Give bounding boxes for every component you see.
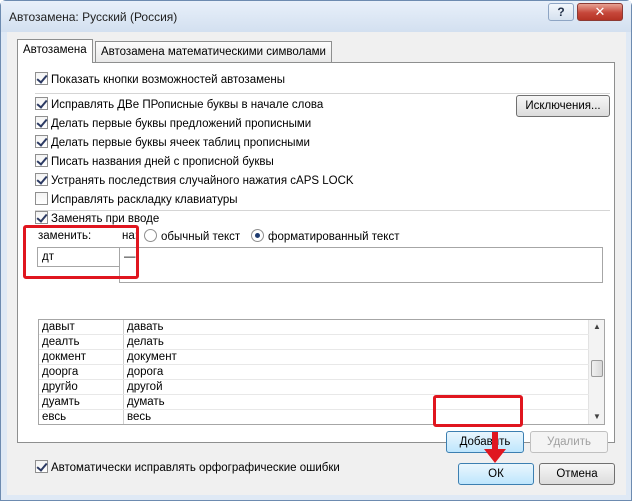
- list-item[interactable]: давыт давать: [39, 320, 589, 335]
- plain-text-radio[interactable]: [144, 229, 157, 242]
- scroll-down-icon[interactable]: ▼: [589, 410, 604, 424]
- scroll-thumb[interactable]: [591, 360, 603, 377]
- option-capitalize-sentences[interactable]: Делать первые буквы предложений прописны…: [35, 116, 311, 132]
- show-buttons-checkbox[interactable]: [35, 72, 48, 85]
- keyboard-layout-label: Исправлять раскладку клавиатуры: [51, 194, 238, 206]
- capitalize-days-label: Писать названия дней с прописной буквы: [51, 156, 274, 168]
- column-divider: [123, 320, 124, 335]
- autocorrect-dialog: Автозамена: Русский (Россия) ? ✕ Автозам…: [0, 0, 632, 501]
- list-item-to: дорога: [127, 366, 164, 378]
- list-item[interactable]: другйо другой: [39, 380, 589, 395]
- list-item-to: другой: [127, 381, 163, 393]
- list-item-to: весь: [127, 411, 152, 423]
- list-item-to: думать: [127, 396, 165, 408]
- column-divider: [123, 335, 124, 350]
- formatted-text-option[interactable]: форматированный текст: [251, 229, 399, 243]
- caps-lock-checkbox[interactable]: [35, 173, 48, 186]
- column-divider: [123, 395, 124, 410]
- option-auto-spelling[interactable]: Автоматически исправлять орфографические…: [35, 460, 340, 476]
- with-input[interactable]: —: [119, 247, 603, 283]
- option-capitalize-table-cells[interactable]: Делать первые буквы ячеек таблиц прописн…: [35, 135, 310, 151]
- two-initial-caps-label: Исправлять ДВе ПРописные буквы в начале …: [51, 99, 324, 111]
- capitalize-sentences-label: Делать первые буквы предложений прописны…: [51, 118, 312, 130]
- list-item-to: документ: [127, 351, 177, 363]
- list-scrollbar[interactable]: ▲ ▼: [588, 320, 604, 424]
- replace-text-checkbox[interactable]: [35, 211, 48, 224]
- title-bar: Автозамена: Русский (Россия) ? ✕: [1, 1, 631, 32]
- auto-spelling-label: Автоматически исправлять орфографические…: [51, 462, 340, 474]
- column-divider: [123, 380, 124, 395]
- window-title: Автозамена: Русский (Россия): [9, 10, 178, 24]
- show-buttons-label: Показать кнопки возможностей автозамены: [51, 74, 286, 86]
- list-item[interactable]: докмент документ: [39, 350, 589, 365]
- caps-lock-label: Устранять последствия случайного нажатия…: [51, 175, 354, 187]
- two-initial-caps-checkbox[interactable]: [35, 97, 48, 110]
- cancel-button[interactable]: Отмена: [539, 463, 615, 485]
- column-divider: [123, 410, 124, 424]
- list-item-to: давать: [127, 321, 164, 333]
- list-item[interactable]: деалть делать: [39, 335, 589, 350]
- scroll-up-icon[interactable]: ▲: [589, 320, 604, 334]
- formatted-text-label: форматированный текст: [268, 231, 400, 243]
- option-show-buttons[interactable]: Показать кнопки возможностей автозамены: [35, 72, 285, 88]
- replace-text-label: Заменять при вводе: [51, 213, 160, 225]
- list-item-from: деалть: [42, 336, 80, 348]
- help-button[interactable]: ?: [548, 3, 574, 21]
- capitalize-table-cells-checkbox[interactable]: [35, 135, 48, 148]
- delete-button: Удалить: [530, 431, 608, 453]
- list-item-from: евсь: [42, 411, 67, 423]
- capitalize-table-cells-label: Делать первые буквы ячеек таблиц прописн…: [51, 137, 310, 149]
- close-button[interactable]: ✕: [577, 3, 623, 21]
- arrow-down-icon: [484, 432, 506, 463]
- keyboard-layout-checkbox[interactable]: [35, 192, 48, 205]
- formatted-text-radio[interactable]: [251, 229, 264, 242]
- capitalize-sentences-checkbox[interactable]: [35, 116, 48, 129]
- add-highlight-box: [433, 395, 523, 427]
- capitalize-days-checkbox[interactable]: [35, 154, 48, 167]
- option-keyboard-layout[interactable]: Исправлять раскладку клавиатуры: [35, 192, 238, 208]
- ok-button[interactable]: ОК: [458, 463, 534, 485]
- list-item-from: другйо: [42, 381, 78, 393]
- column-divider: [123, 350, 124, 365]
- list-item-from: дуамть: [42, 396, 80, 408]
- column-divider: [123, 365, 124, 380]
- plain-text-option[interactable]: обычный текст: [144, 229, 240, 243]
- tab-math-autocorrect[interactable]: Автозамена математическими символами: [95, 41, 332, 62]
- list-item[interactable]: доорга дорога: [39, 365, 589, 380]
- auto-spelling-checkbox[interactable]: [35, 460, 48, 473]
- divider: [35, 93, 610, 94]
- option-caps-lock[interactable]: Устранять последствия случайного нажатия…: [35, 173, 354, 189]
- replace-highlight-box: [23, 225, 139, 279]
- list-item-from: доорга: [42, 366, 79, 378]
- exceptions-button[interactable]: Исключения...: [516, 95, 610, 117]
- option-capitalize-days[interactable]: Писать названия дней с прописной буквы: [35, 154, 274, 170]
- list-item-to: делать: [127, 336, 164, 348]
- option-two-initial-caps[interactable]: Исправлять ДВе ПРописные буквы в начале …: [35, 97, 323, 113]
- plain-text-label: обычный текст: [161, 231, 241, 243]
- list-item-from: давыт: [42, 321, 75, 333]
- tab-autocorrect[interactable]: Автозамена: [17, 39, 93, 63]
- list-item-from: докмент: [42, 351, 87, 363]
